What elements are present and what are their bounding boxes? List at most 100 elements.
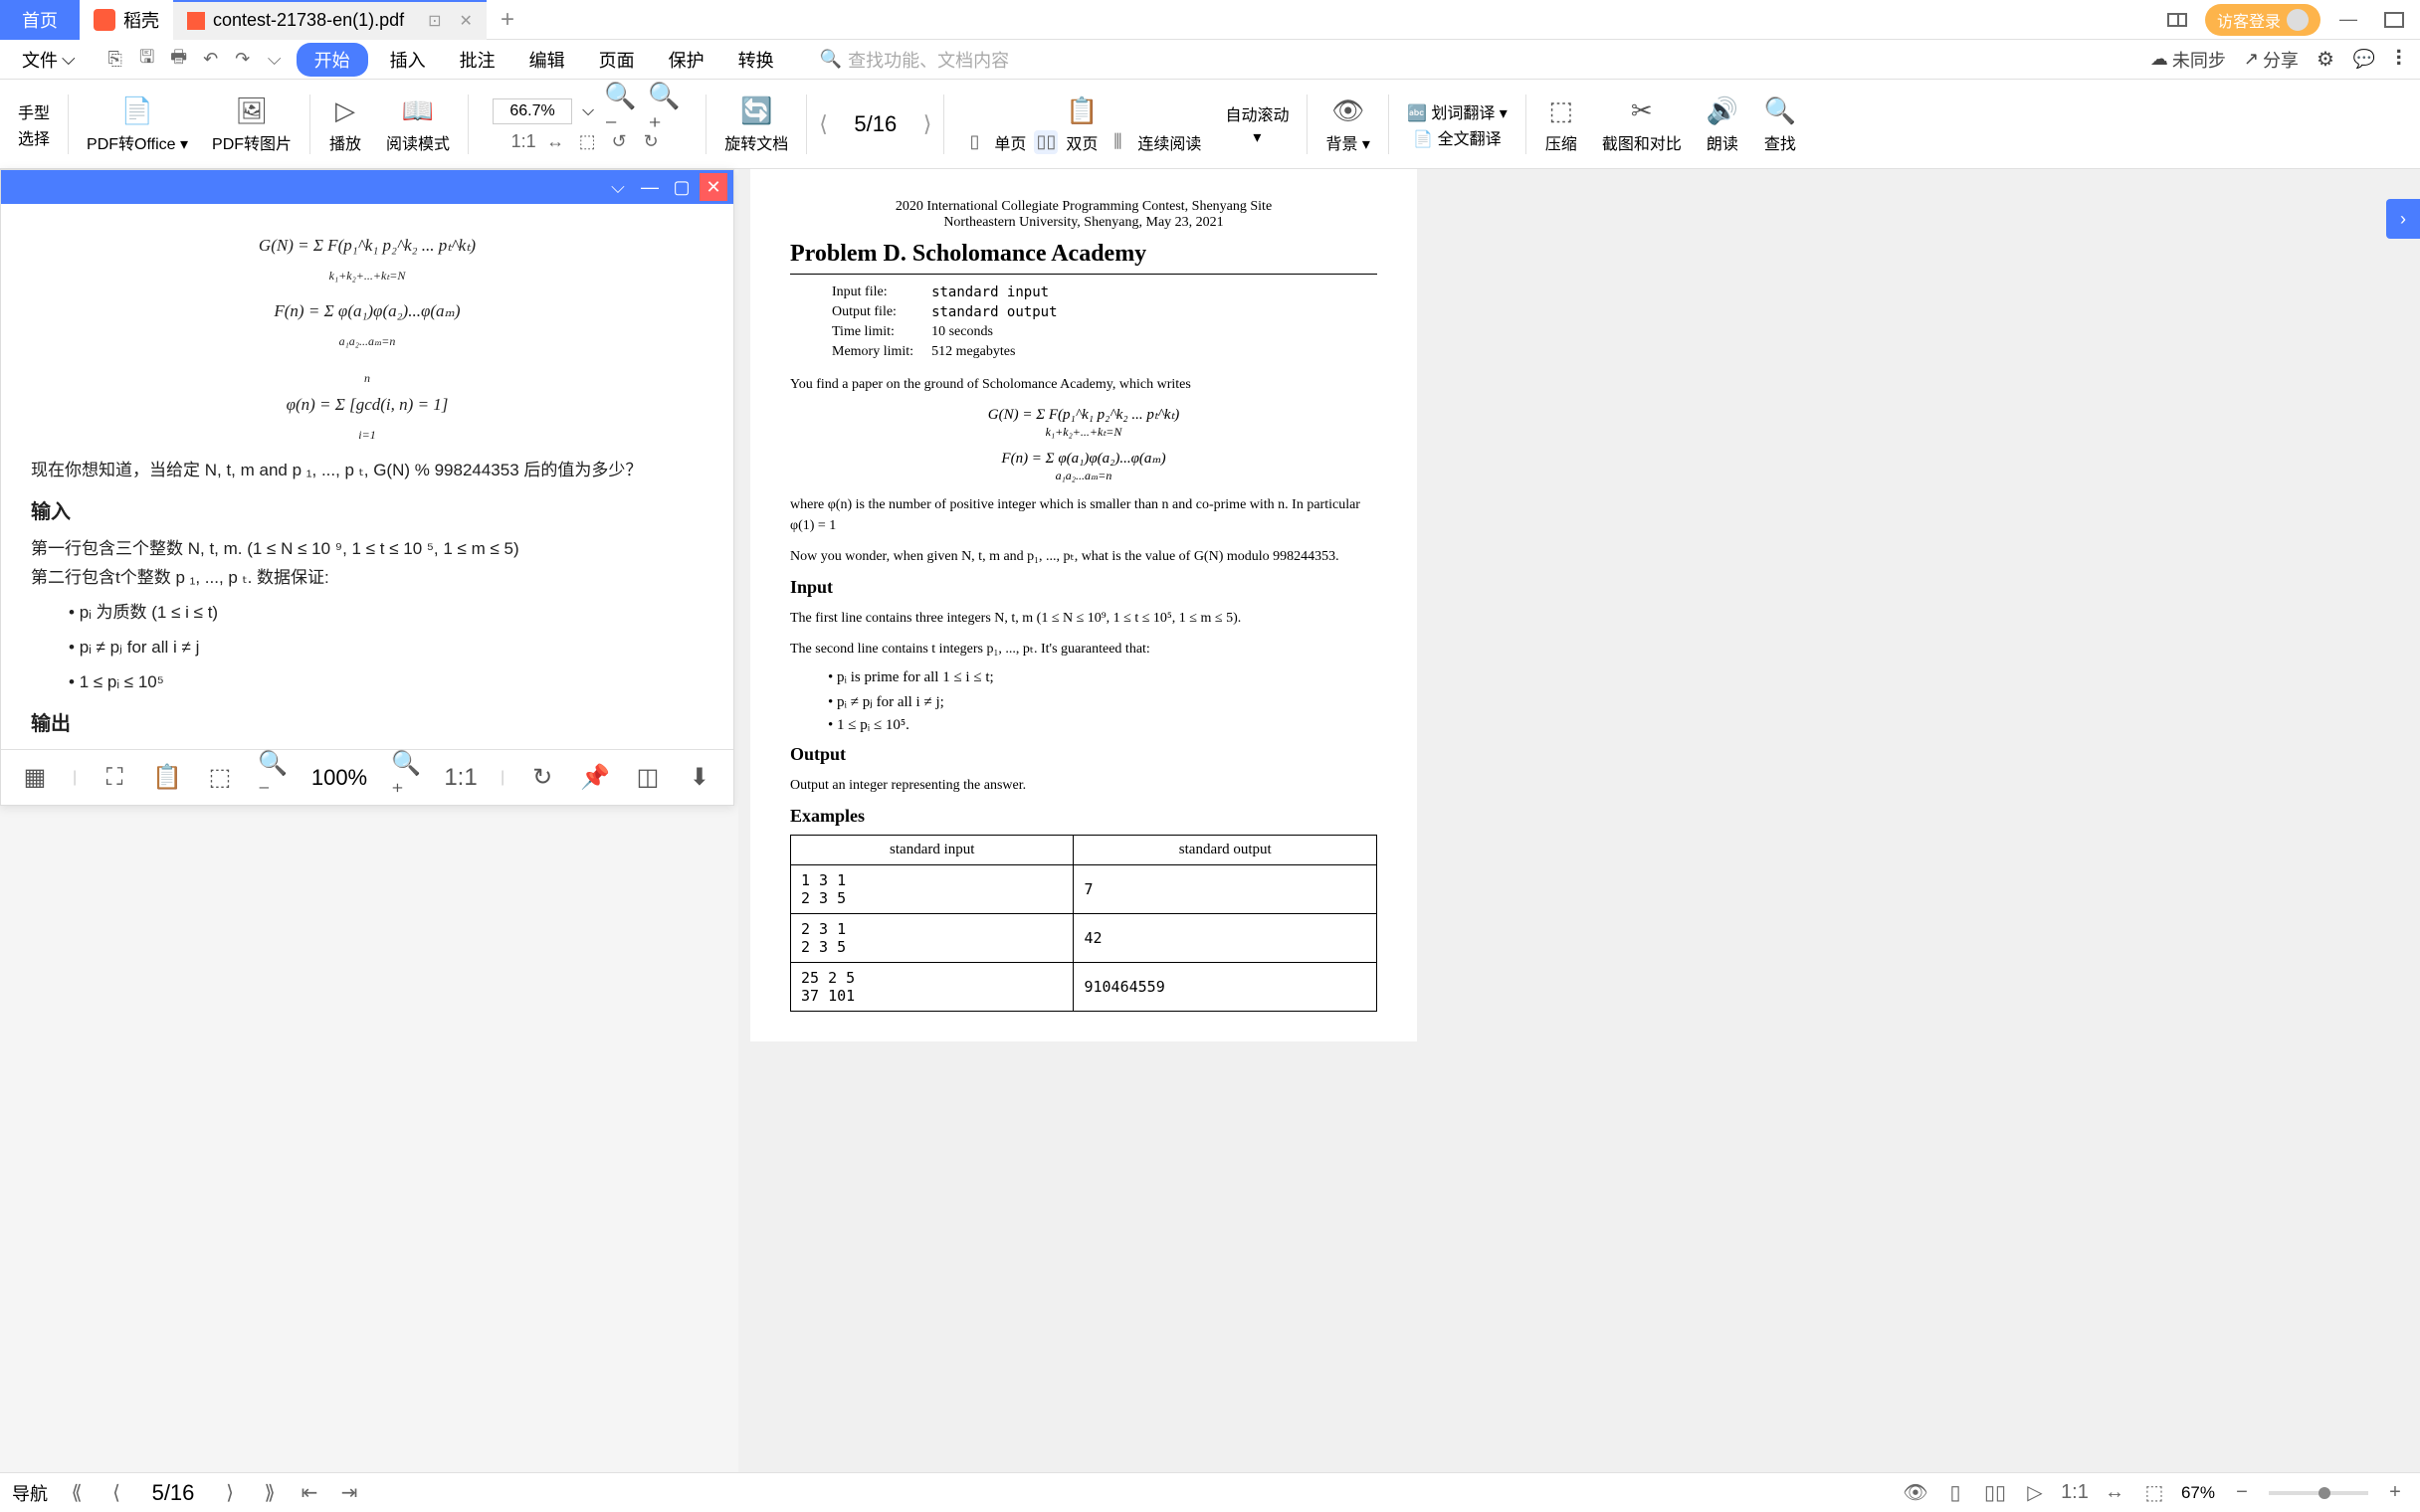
copy-icon[interactable]: 📋 (152, 762, 182, 794)
pin-icon[interactable]: 📌 (580, 762, 610, 794)
share-button[interactable]: ↗分享 (2244, 47, 2299, 73)
zoom-dropdown-icon[interactable]: ⌵ (582, 102, 594, 120)
fit-icon[interactable]: ⬚ (206, 762, 234, 794)
tab-document[interactable]: contest-21738-en(1).pdf ⊡ ✕ (173, 0, 487, 40)
save-icon[interactable]: 🖫 (135, 48, 159, 72)
zoom-in-icon[interactable]: 🔍⁺ (648, 94, 682, 128)
minimize-icon[interactable]: — (2330, 2, 2366, 38)
split-window-icon[interactable] (2159, 2, 2195, 38)
side-panel-toggle[interactable]: › (2386, 199, 2420, 239)
dict-translate[interactable]: 🔤 划词翻译 ▾ (1407, 99, 1508, 123)
crop-icon[interactable]: ◫ (634, 762, 662, 794)
fullscreen-icon[interactable]: ⛶ (101, 762, 128, 794)
menu-insert[interactable]: 插入 (378, 43, 438, 77)
first-page-icon[interactable]: ⟪ (64, 1480, 90, 1506)
more-icon[interactable]: ⠇ (2394, 47, 2410, 73)
panel-maximize-icon[interactable]: ▢ (668, 173, 696, 201)
redo-icon[interactable]: ↷ (231, 48, 255, 72)
ribbon-select[interactable]: 选择 (18, 125, 50, 149)
status-page-input[interactable] (143, 1480, 203, 1506)
ribbon-pdf2pic[interactable]: 🖼PDF转图片 (206, 94, 298, 154)
ribbon-screenshot[interactable]: ✂截图和对比 (1596, 94, 1688, 154)
ribbon-background[interactable]: 👁背景 ▾ (1319, 94, 1376, 154)
fit-11-icon[interactable]: 1:1 (511, 130, 535, 154)
document-viewport[interactable]: 2020 International Collegiate Programmin… (738, 169, 2420, 1472)
menu-file[interactable]: 文件⌵ (10, 43, 88, 77)
single-view-icon[interactable]: ▯ (1942, 1480, 1968, 1506)
tab-home[interactable]: 首页 (0, 0, 80, 40)
panel-minimize-icon[interactable]: — (636, 173, 664, 201)
fit-page-icon[interactable]: ⬚ (2141, 1480, 2167, 1506)
zoom-out-icon[interactable]: 🔍⁻ (258, 762, 288, 794)
gear-icon[interactable]: ⚙ (2317, 47, 2334, 72)
zoom-input[interactable] (493, 98, 572, 124)
unsync-button[interactable]: ☁未同步 (2150, 47, 2226, 73)
menu-convert[interactable]: 转换 (726, 43, 786, 77)
back-icon[interactable]: ⇤ (297, 1480, 322, 1506)
zoom-out-icon[interactable]: 🔍⁻ (604, 94, 638, 128)
panel-close-icon[interactable]: ✕ (700, 173, 727, 201)
print-icon[interactable]: 🖶 (167, 48, 191, 72)
eye-mode-icon[interactable]: 👁 (1903, 1480, 1928, 1506)
ribbon-play[interactable]: ▷播放 (322, 94, 368, 154)
next-page-icon[interactable]: ⟩ (217, 1480, 243, 1506)
panel-toolbar: ▦ | ⛶ 📋 ⬚ 🔍⁻ 100% 🔍⁺ 1:1 | ↻ 📌 ◫ ⬇ (1, 749, 733, 805)
pin-icon[interactable]: ⊡ (428, 11, 441, 31)
ribbon-rotate[interactable]: 🔄旋转文档 (718, 94, 794, 154)
guest-login-button[interactable]: 访客登录 (2205, 4, 2320, 36)
panel-dropdown-icon[interactable]: ⌵ (604, 173, 632, 201)
menu-annotate[interactable]: 批注 (448, 43, 507, 77)
rotate-left-icon[interactable]: ↺ (607, 130, 631, 154)
menu-start[interactable]: 开始 (297, 43, 368, 77)
grid-icon[interactable]: ▦ (21, 762, 49, 794)
single-page-icon[interactable]: ▯ (962, 130, 986, 154)
fit-11-icon[interactable]: 1:1 (2062, 1480, 2088, 1506)
ribbon-zoom: ⌵ 🔍⁻ 🔍⁺ 1:1 ↔ ⬚ ↺ ↻ (481, 94, 694, 154)
close-tab-icon[interactable]: ✕ (460, 11, 473, 31)
thumbnails-icon[interactable]: 📋 (1065, 94, 1099, 128)
menu-edit[interactable]: 编辑 (517, 43, 577, 77)
menu-page[interactable]: 页面 (587, 43, 647, 77)
forward-icon[interactable]: ⇥ (336, 1480, 362, 1506)
fit-width-icon[interactable]: ↔ (543, 130, 567, 154)
ribbon-find[interactable]: 🔍查找 (1757, 94, 1803, 154)
play-icon[interactable]: ▷ (2022, 1480, 2048, 1506)
body-text: The first line contains three integers N… (790, 608, 1377, 629)
fit-width-icon[interactable]: ↔ (2102, 1480, 2127, 1506)
last-page-icon[interactable]: ⟫ (257, 1480, 283, 1506)
nav-label[interactable]: 导航 (12, 1480, 48, 1506)
new-tab-button[interactable]: + (487, 6, 528, 34)
ratio-icon[interactable]: 1:1 (445, 762, 477, 794)
ribbon-pdf2office[interactable]: 📄PDF转Office ▾ (81, 94, 194, 154)
menu-protect[interactable]: 保护 (657, 43, 716, 77)
tab-daoke[interactable]: 稻壳 (80, 0, 173, 40)
zoom-slider[interactable] (2269, 1491, 2368, 1495)
ribbon-readaloud[interactable]: 🔊朗读 (1700, 94, 1745, 154)
next-page-icon[interactable]: ⟩ (923, 111, 932, 137)
zoom-in-icon[interactable]: 🔍⁺ (391, 762, 421, 794)
full-translate[interactable]: 📄 全文翻译 (1413, 125, 1501, 149)
prev-page-icon[interactable]: ⟨ (103, 1480, 129, 1506)
search-box[interactable]: 🔍查找功能、文档内容 (820, 47, 1009, 73)
page-input[interactable] (846, 111, 906, 137)
prev-page-icon[interactable]: ⟨ (819, 111, 828, 137)
ribbon-compress[interactable]: ⬚压缩 (1538, 94, 1584, 154)
zoom-in-icon[interactable]: + (2382, 1480, 2408, 1506)
ribbon-readmode[interactable]: 📖阅读模式 (380, 94, 456, 154)
ribbon-autoscroll[interactable]: 自动滚动▾ (1219, 101, 1295, 147)
rotate-right-icon[interactable]: ↻ (639, 130, 663, 154)
restore-icon[interactable] (2376, 2, 2412, 38)
zoom-out-icon[interactable]: − (2229, 1480, 2255, 1506)
panel-header[interactable]: ⌵ — ▢ ✕ (1, 170, 733, 204)
continuous-icon[interactable]: ⫼ (1106, 130, 1129, 154)
double-page-icon[interactable]: ▯▯ (1034, 130, 1058, 154)
download-icon[interactable]: ⬇ (686, 762, 713, 794)
chat-icon[interactable]: 💬 (2352, 48, 2376, 72)
rotate-icon[interactable]: ↻ (528, 762, 556, 794)
fit-page-icon[interactable]: ⬚ (575, 130, 599, 154)
open-icon[interactable]: ⎘ (103, 48, 127, 72)
ribbon-hand[interactable]: 手型 (18, 99, 50, 123)
undo-icon[interactable]: ↶ (199, 48, 223, 72)
double-view-icon[interactable]: ▯▯ (1982, 1480, 2008, 1506)
qa-more-icon[interactable]: ⌵ (263, 48, 287, 72)
